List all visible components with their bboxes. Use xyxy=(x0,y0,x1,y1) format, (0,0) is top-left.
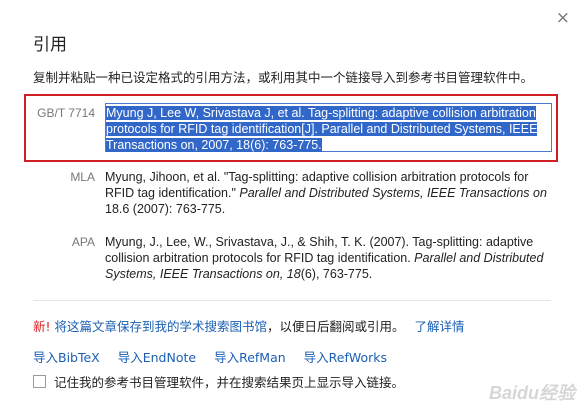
import-bibtex-link[interactable]: 导入BibTeX xyxy=(33,350,100,365)
mla-journal: Parallel and Distributed Systems, IEEE T… xyxy=(239,186,547,200)
remember-checkbox[interactable] xyxy=(33,375,46,388)
close-icon[interactable]: × xyxy=(556,8,570,28)
new-badge: 新! xyxy=(33,319,51,334)
cite-dialog: × 引用 复制并粘贴一种已设定格式的引用方法，或利用其中一个链接导入到参考书目管… xyxy=(0,0,585,415)
gb-citation-textbox[interactable]: Myung J, Lee W, Srivastava J, et al. Tag… xyxy=(105,103,552,152)
remember-manager-option[interactable]: 记住我的参考书目管理软件，并在搜索结果页上显示导入链接。 xyxy=(33,372,404,391)
export-links: 导入BibTeX 导入EndNote 导入RefMan 导入RefWorks xyxy=(33,347,401,366)
baidu-watermark: Baidu经验 xyxy=(488,383,575,403)
apa-text-part2: (6), 763-775. xyxy=(300,267,373,281)
import-refman-link[interactable]: 导入RefMan xyxy=(214,350,286,365)
learn-more-link[interactable]: 了解详情 xyxy=(415,319,465,334)
dialog-title: 引用 xyxy=(33,35,67,55)
remember-label: 记住我的参考书目管理软件，并在搜索结果页上显示导入链接。 xyxy=(54,375,405,390)
mla-label: MLA xyxy=(70,170,95,184)
intro-text: 复制并粘贴一种已设定格式的引用方法，或利用其中一个链接导入到参考书目管理软件中。 xyxy=(33,70,534,85)
promo-text: ，以便日后翻阅或引用。 xyxy=(267,319,405,334)
divider xyxy=(33,300,551,301)
library-promo: 新! 将这篇文章保存到我的学术搜索图书馆，以便日后翻阅或引用。 了解详情 xyxy=(33,316,465,335)
import-refworks-link[interactable]: 导入RefWorks xyxy=(304,350,387,365)
gb-citation-text[interactable]: Myung J, Lee W, Srivastava J, et al. Tag… xyxy=(106,106,538,152)
save-to-library-link[interactable]: 将这篇文章保存到我的学术搜索图书馆 xyxy=(55,319,268,334)
apa-label: APA xyxy=(71,235,95,249)
gb-label: GB/T 7714 xyxy=(37,106,95,120)
import-endnote-link[interactable]: 导入EndNote xyxy=(118,350,196,365)
apa-citation-text[interactable]: Myung, J., Lee, W., Srivastava, J., & Sh… xyxy=(105,234,555,282)
mla-citation-text[interactable]: Myung, Jihoon, et al. "Tag-splitting: ad… xyxy=(105,169,555,217)
mla-text-part2: 18.6 (2007): 763-775. xyxy=(105,202,226,216)
